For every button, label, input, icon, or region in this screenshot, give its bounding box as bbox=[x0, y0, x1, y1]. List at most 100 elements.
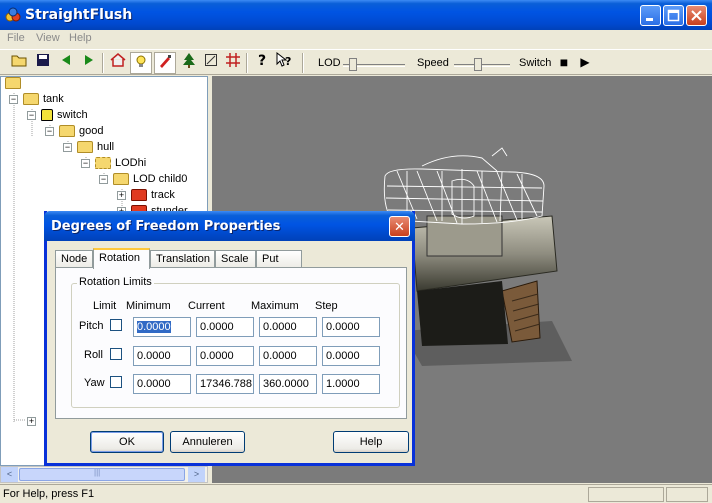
menu-bar: File View Help bbox=[0, 30, 712, 48]
tab-node[interactable]: Node bbox=[55, 250, 93, 268]
scroll-right-arrow[interactable]: > bbox=[188, 467, 205, 482]
ok-button[interactable]: OK bbox=[90, 431, 164, 453]
home-icon bbox=[110, 53, 126, 67]
pitch-step-field[interactable]: 0.0000 bbox=[322, 317, 380, 337]
collapse-icon[interactable]: − bbox=[27, 110, 36, 120]
roll-current-field[interactable]: 0.0000 bbox=[196, 346, 254, 366]
tab-rotation[interactable]: Rotation bbox=[93, 248, 150, 269]
roll-step-field[interactable]: 0.0000 bbox=[322, 346, 380, 366]
scroll-left-arrow[interactable]: < bbox=[1, 467, 18, 482]
collapse-icon[interactable]: − bbox=[45, 126, 54, 136]
grid-button[interactable] bbox=[222, 52, 244, 74]
dialog-close-button[interactable]: ✕ bbox=[389, 216, 410, 237]
pitch-minimum-field[interactable]: 0.0000 bbox=[133, 317, 191, 337]
group-label: Rotation Limits bbox=[77, 276, 154, 288]
tab-scale[interactable]: Scale bbox=[215, 250, 256, 268]
yaw-maximum-field[interactable]: 360.0000 bbox=[259, 374, 317, 394]
stop-button[interactable]: ■ bbox=[553, 52, 575, 74]
tree-node-collapsed[interactable]: + bbox=[27, 415, 41, 431]
close-icon bbox=[691, 10, 702, 21]
tree-node-hull[interactable]: − hull bbox=[63, 141, 114, 157]
forward-button[interactable] bbox=[78, 52, 100, 74]
status-bar: For Help, press F1 bbox=[0, 484, 712, 503]
minimize-button[interactable] bbox=[640, 5, 661, 26]
yaw-step-field[interactable]: 1.0000 bbox=[322, 374, 380, 394]
pitch-current-field[interactable]: 0.0000 bbox=[196, 317, 254, 337]
tree-node-lodhi[interactable]: − LODhi bbox=[81, 157, 146, 173]
back-button[interactable] bbox=[55, 52, 77, 74]
tree-node-label: track bbox=[151, 189, 175, 201]
roll-limit-checkbox[interactable] bbox=[110, 348, 122, 360]
tab-translation[interactable]: Translation bbox=[150, 250, 215, 268]
collapse-icon[interactable]: − bbox=[81, 158, 90, 168]
lod-slider[interactable] bbox=[343, 58, 405, 71]
tree-root[interactable] bbox=[5, 77, 25, 93]
dof-properties-dialog: Degrees of Freedom Properties ✕ Node Rot… bbox=[44, 211, 415, 466]
svg-text:?: ? bbox=[285, 55, 291, 68]
toolbar-separator bbox=[102, 53, 104, 73]
folder-icon bbox=[5, 77, 21, 90]
light-button[interactable] bbox=[130, 52, 152, 74]
yaw-current-field[interactable]: 17346.788 bbox=[196, 374, 254, 394]
tree-node-good[interactable]: − good bbox=[45, 125, 103, 141]
expand-icon[interactable]: + bbox=[117, 190, 126, 200]
tank-turret bbox=[426, 215, 503, 257]
tree-node-track[interactable]: + track bbox=[117, 189, 175, 205]
tree-node-label: LOD child0 bbox=[133, 173, 188, 185]
tree-node-label: good bbox=[79, 125, 104, 137]
open-button[interactable] bbox=[9, 52, 31, 74]
selected-text: 0.0000 bbox=[137, 321, 171, 333]
tree-horizontal-scrollbar[interactable]: < ||| > bbox=[0, 466, 208, 483]
pitch-limit-checkbox[interactable] bbox=[110, 319, 122, 331]
expand-icon[interactable]: + bbox=[27, 416, 36, 426]
column-current: Current bbox=[188, 300, 225, 312]
lod-icon bbox=[95, 157, 111, 170]
folder-icon bbox=[59, 125, 75, 138]
dialog-titlebar[interactable]: Degrees of Freedom Properties ✕ bbox=[44, 211, 415, 241]
yaw-minimum-field[interactable]: 0.0000 bbox=[133, 374, 191, 394]
grid-icon bbox=[226, 53, 240, 67]
tree-node-lod-child0[interactable]: − LOD child0 bbox=[99, 173, 187, 189]
roll-maximum-field[interactable]: 0.0000 bbox=[259, 346, 317, 366]
tree-node-tank[interactable]: − tank bbox=[9, 93, 64, 109]
cancel-button[interactable]: Annuleren bbox=[170, 431, 245, 453]
collapse-icon[interactable]: − bbox=[9, 94, 18, 104]
forward-icon bbox=[85, 55, 93, 65]
column-limit: Limit bbox=[93, 300, 117, 312]
menu-file[interactable]: File bbox=[7, 32, 25, 44]
speed-slider[interactable] bbox=[454, 58, 510, 71]
help-button[interactable]: ? bbox=[251, 52, 273, 74]
light-icon bbox=[136, 55, 146, 67]
resize-button[interactable] bbox=[200, 52, 222, 74]
collapse-icon[interactable]: − bbox=[63, 142, 72, 152]
close-button[interactable] bbox=[686, 5, 707, 26]
slider-thumb[interactable] bbox=[474, 58, 482, 71]
menu-help[interactable]: Help bbox=[69, 32, 92, 44]
tree-button[interactable] bbox=[178, 52, 200, 74]
folder-icon bbox=[77, 141, 93, 154]
menu-view[interactable]: View bbox=[36, 32, 60, 44]
tree-node-label: tank bbox=[43, 93, 64, 105]
tree-node-switch[interactable]: − switch bbox=[27, 109, 88, 125]
home-button[interactable] bbox=[107, 52, 129, 74]
slider-thumb[interactable] bbox=[349, 58, 357, 71]
context-help-button[interactable]: ? bbox=[274, 51, 296, 74]
pitch-maximum-field[interactable]: 0.0000 bbox=[259, 317, 317, 337]
slider-track bbox=[454, 64, 510, 67]
yaw-limit-checkbox[interactable] bbox=[110, 376, 122, 388]
tree-node-label: hull bbox=[97, 141, 115, 153]
status-pane bbox=[666, 487, 708, 502]
paint-button[interactable] bbox=[154, 52, 176, 74]
tab-put[interactable]: Put bbox=[256, 250, 302, 268]
collapse-icon[interactable]: − bbox=[99, 174, 108, 184]
scroll-thumb[interactable]: ||| bbox=[19, 468, 185, 481]
folder-icon bbox=[113, 173, 129, 186]
help-button[interactable]: Help bbox=[333, 431, 409, 453]
save-button[interactable] bbox=[32, 52, 54, 74]
window-titlebar[interactable]: StraightFlush bbox=[0, 0, 712, 30]
maximize-button[interactable] bbox=[663, 5, 684, 26]
switch-label: Switch bbox=[519, 57, 552, 69]
column-step: Step bbox=[315, 300, 338, 312]
roll-minimum-field[interactable]: 0.0000 bbox=[133, 346, 191, 366]
play-button[interactable]: ▶ bbox=[574, 52, 596, 74]
